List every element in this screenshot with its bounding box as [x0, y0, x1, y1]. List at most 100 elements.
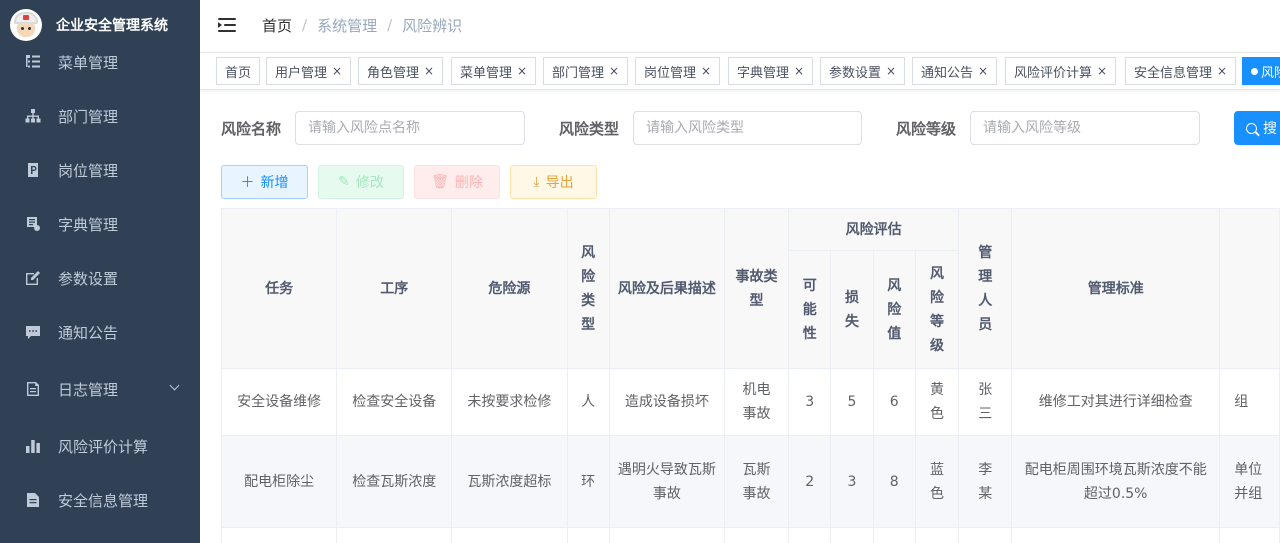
sidebar-item-label: 通知公告: [58, 323, 119, 342]
tag-post[interactable]: 岗位管理 ×: [635, 57, 721, 85]
close-icon[interactable]: ×: [332, 64, 342, 78]
close-icon[interactable]: ×: [978, 64, 988, 78]
cell-manager: 张三: [958, 368, 1013, 436]
table-row[interactable]: 配电柜除尘 检查瓦斯浓度 瓦斯浓度超标 环 遇明火导致瓦斯事故 瓦斯事故 2 3…: [220, 435, 1280, 528]
close-icon[interactable]: ×: [1097, 64, 1107, 78]
tag-home[interactable]: 首页: [216, 57, 260, 85]
tag-label: 风险评价计算: [1014, 65, 1093, 81]
header-loss-text: 损失: [844, 289, 859, 330]
sidebar-item-risk-eval[interactable]: 风险评价计算: [0, 419, 200, 473]
cell-accident-type-text: 瓦斯事故: [742, 461, 771, 502]
tag-label: 参数设置: [829, 65, 882, 81]
sidebar-item-config[interactable]: 参数设置: [0, 251, 200, 305]
close-icon[interactable]: ×: [794, 64, 804, 78]
plus-icon: ＋: [240, 175, 255, 191]
tag-risk-eval[interactable]: 风险评价计算 ×: [1005, 57, 1117, 85]
sidebar-item-safety-info[interactable]: 安全信息管理: [0, 473, 200, 527]
tag-notice[interactable]: 通知公告 ×: [912, 57, 998, 85]
header-accident-type: 事故类型: [724, 208, 790, 369]
edit-icon: ✎: [338, 174, 350, 190]
tag-label: 菜单管理: [460, 65, 513, 81]
close-icon[interactable]: ×: [1217, 64, 1227, 78]
header-hazard: 危险源: [451, 208, 568, 369]
cell-risk-level: 蓝色: [914, 435, 960, 528]
header-evaluation: 风险评估: [788, 208, 960, 251]
tag-dept[interactable]: 部门管理 ×: [543, 57, 629, 85]
sidebar-item-menu[interactable]: 菜单管理: [0, 35, 200, 89]
message-icon: [24, 323, 42, 341]
cell-process: 检查瓦斯浓度: [336, 435, 453, 528]
tag-label: 部门管理: [552, 65, 605, 81]
cell-risk-level: 黄色: [914, 368, 960, 436]
add-button[interactable]: ＋ 新增: [221, 165, 308, 199]
risk-type-input[interactable]: [633, 111, 862, 145]
delete-button[interactable]: 🗑 删除: [414, 165, 500, 199]
export-button[interactable]: ⤓ 导出: [510, 165, 597, 199]
cell-task: 配电柜除尘: [220, 435, 338, 528]
export-button-label: 导出: [545, 175, 574, 191]
cell-empty: [958, 527, 1013, 543]
cell-extra-text: 组: [1234, 394, 1249, 410]
cell-extra: 单位并组: [1219, 435, 1280, 528]
cell-extra-text: 单位并组: [1234, 461, 1263, 502]
close-icon[interactable]: ×: [609, 64, 619, 78]
cell-empty: [1219, 527, 1280, 543]
cell-empty: [220, 527, 338, 543]
close-icon[interactable]: ×: [424, 64, 434, 78]
tag-label: 风险: [1261, 65, 1280, 81]
tag-safety-info[interactable]: 安全信息管理 ×: [1125, 57, 1237, 85]
cell-task: 安全设备维修: [220, 368, 338, 436]
cell-empty: [830, 527, 874, 543]
breadcrumb-home[interactable]: 首页: [262, 15, 292, 36]
table-row[interactable]: 安全设备维修 检查安全设备 未按要求检修 人 造成设备损坏 机电事故 3 5 6…: [220, 368, 1280, 436]
header-risk-level: 风险等级: [914, 250, 960, 369]
cell-manager-text: 李某: [978, 461, 993, 502]
sidebar-item-notice[interactable]: 通知公告: [0, 305, 200, 359]
close-icon[interactable]: ×: [517, 64, 527, 78]
cell-risk-desc: 造成设备损坏: [608, 368, 726, 436]
tag-config[interactable]: 参数设置 ×: [820, 57, 906, 85]
tag-label: 字典管理: [737, 65, 790, 81]
tag-dict[interactable]: 字典管理 ×: [728, 57, 814, 85]
risk-level-input[interactable]: [970, 111, 1200, 145]
sidebar-item-dept[interactable]: 部门管理: [0, 89, 200, 143]
tag-label: 角色管理: [367, 65, 420, 81]
tag-label: 首页: [225, 65, 252, 81]
cell-possibility: 2: [788, 435, 832, 528]
download-icon: ⤓: [533, 174, 540, 190]
sidebar-item-label: 安全信息管理: [58, 491, 149, 510]
risk-name-label: 风险名称: [221, 120, 282, 138]
tag-role[interactable]: 角色管理 ×: [358, 57, 444, 85]
bar-chart-icon: [24, 437, 42, 455]
cell-empty: [451, 527, 568, 543]
cell-empty: [336, 527, 453, 543]
edit-button[interactable]: ✎ 修改: [318, 165, 404, 199]
sidebar-item-log[interactable]: 日志管理: [0, 362, 200, 416]
close-icon[interactable]: ×: [701, 64, 711, 78]
tag-user[interactable]: 用户管理 ×: [266, 57, 352, 85]
cell-loss: 3: [830, 435, 874, 528]
cell-empty: [872, 527, 916, 543]
search-button[interactable]: 搜: [1234, 111, 1280, 145]
sidebar-item-post[interactable]: 岗位管理: [0, 143, 200, 197]
edit-icon: [24, 269, 42, 287]
cell-risk-value: 6: [872, 368, 916, 436]
sidebar-item-label: 风险评价计算: [58, 437, 149, 456]
cell-accident-type: 机电事故: [724, 368, 790, 436]
active-dot-icon: [1251, 67, 1258, 75]
table-row[interactable]: [220, 527, 1280, 543]
risk-level-label: 风险等级: [896, 120, 957, 138]
tag-risk-identify-active[interactable]: 风险: [1242, 57, 1280, 85]
tag-label: 安全信息管理: [1134, 65, 1213, 81]
edit-button-label: 修改: [355, 175, 384, 191]
header-risk-type-text: 风险类型: [581, 244, 596, 333]
tag-menu[interactable]: 菜单管理 ×: [451, 57, 537, 85]
header-risk-desc: 风险及后果描述: [608, 208, 726, 369]
sidebar-item-dict[interactable]: 字典管理: [0, 197, 200, 251]
hamburger-icon[interactable]: [218, 18, 236, 32]
close-icon[interactable]: ×: [886, 64, 896, 78]
cell-risk-desc: 遇明火导致瓦斯事故: [608, 435, 726, 528]
breadcrumb-separator: /: [302, 16, 308, 34]
risk-name-input[interactable]: [295, 111, 525, 145]
header-task: 任务: [220, 208, 338, 369]
